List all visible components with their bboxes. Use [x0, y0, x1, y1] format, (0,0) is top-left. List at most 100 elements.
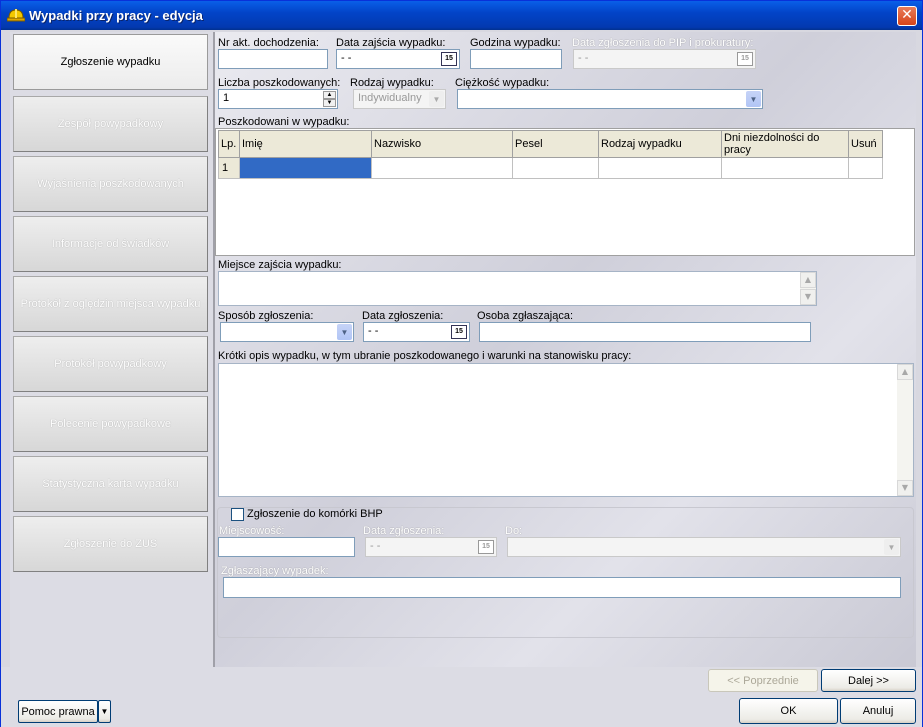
column-header[interactable]: Rodzaj wypadku [598, 130, 722, 158]
nav-zespol-powypadkowy[interactable]: Zespół powypadkowy [13, 96, 208, 152]
liczba-value: 1 [223, 92, 230, 104]
liczba-stepper[interactable]: 1 ▲ ▼ [218, 89, 338, 109]
title-bar[interactable]: Wypadki przy pracy - edycja ✕ [1, 1, 922, 30]
scroll-up-icon[interactable]: ▲ [897, 364, 913, 380]
help-button[interactable]: Pomoc prawna [18, 700, 98, 723]
godzina-label: Godzina wypadku: [470, 37, 561, 49]
dialog-window: Wypadki przy pracy - edycja ✕ Zgłoszenie… [0, 0, 923, 727]
sposob-select[interactable]: ▼ [220, 322, 354, 342]
down-arrow-icon[interactable]: ▼ [323, 99, 336, 107]
nav-protokol-ogledzin[interactable]: Protokół z oględzin miejsca wypadku [13, 276, 208, 332]
column-header[interactable]: Nazwisko [371, 130, 513, 158]
imie-cell[interactable] [239, 157, 372, 179]
ok-button[interactable]: OK [739, 698, 838, 724]
zglaszajacy-input [223, 577, 901, 598]
form-panel: Nr akt. dochodzenia: Data zajścia wypadk… [213, 32, 916, 667]
calendar-icon[interactable]: 15 [451, 325, 467, 339]
help-dropdown-icon[interactable]: ▼ [98, 700, 111, 723]
nazwisko-cell[interactable] [371, 157, 513, 179]
nav-wyjasnienia-poszkodowanych[interactable]: Wyjaśnienia poszkodowanych [13, 156, 208, 212]
previous-button[interactable]: << Poprzednie [708, 669, 818, 692]
data-pip-value: - - [578, 52, 589, 64]
nav-polecenie-powypadkowe[interactable]: Polecenie powypadkowe [13, 396, 208, 452]
data-zajscia-input[interactable]: - - 15 [336, 49, 460, 69]
rodzaj-cell[interactable] [598, 157, 722, 179]
sposob-label: Sposób zgłoszenia: [218, 310, 314, 322]
nav-label: Wyjaśnienia poszkodowanych [37, 178, 184, 190]
column-header[interactable]: Usuń [848, 130, 883, 158]
zglaszajacy-label: Zgłaszający wypadek: [221, 565, 329, 577]
nr-akt-label: Nr akt. dochodzenia: [218, 37, 319, 49]
column-header[interactable]: Lp. [218, 130, 240, 158]
liczba-label: Liczba poszkodowanych: [218, 77, 341, 89]
scroll-down-icon[interactable]: ▼ [897, 480, 913, 496]
calendar-icon: 15 [737, 52, 753, 66]
ciezkosc-label: Ciężkość wypadku: [455, 77, 550, 89]
data-zgloszenia-input[interactable]: - - 15 [363, 322, 470, 342]
miejscowosc-input [218, 537, 355, 557]
calendar-icon[interactable]: 15 [441, 52, 457, 66]
data-pip-label: Data zgłoszenia do PIP i prokuratury: [572, 37, 754, 49]
bhp-checkbox-label[interactable]: Zgłoszenie do komórki BHP [247, 508, 383, 520]
scroll-down-icon[interactable]: ▼ [800, 289, 816, 305]
data-zgloszenia-value: - - [368, 325, 379, 337]
nav-informacje-od-swiadkow[interactable]: Informacje od świadków [13, 216, 208, 272]
close-button[interactable]: ✕ [897, 6, 917, 26]
nav-zgloszenie-do-zus[interactable]: Zgłoszenie do ZUS [13, 516, 208, 572]
osoba-input[interactable] [479, 322, 811, 342]
chevron-down-icon: ▼ [884, 539, 899, 555]
table-row[interactable]: 1 [218, 157, 883, 179]
nav-label: Protokół z oględzin miejsca wypadku [20, 298, 201, 310]
nav-label: Zgłoszenie wypadku [60, 56, 161, 68]
nav-statystyczna-karta[interactable]: Statystyczna karta wypadku [13, 456, 208, 512]
bhp-checkbox[interactable] [231, 508, 244, 521]
navigation-panel: Zgłoszenie wypadku Zespół powypadkowy Wy… [10, 32, 213, 667]
data-zajscia-label: Data zajścia wypadku: [336, 37, 446, 49]
nav-zgloszenie-wypadku[interactable]: Zgłoszenie wypadku [13, 34, 208, 90]
calendar-icon: 15 [478, 540, 494, 554]
stepper-arrows[interactable]: ▲ ▼ [323, 91, 336, 107]
helmet-icon [7, 9, 25, 22]
chevron-down-icon: ▼ [429, 91, 444, 107]
table-header-row: Lp. Imię Nazwisko Pesel Rodzaj wypadku D… [218, 130, 883, 158]
bhp-data-input: - - 15 [365, 537, 497, 557]
nav-label: Zgłoszenie do ZUS [63, 538, 158, 550]
rodzaj-select: Indywidualny ▼ [353, 89, 446, 109]
column-header[interactable]: Pesel [512, 130, 599, 158]
scroll-up-icon[interactable]: ▲ [800, 272, 816, 288]
nav-label: Informacje od świadków [51, 238, 170, 250]
ciezkosc-select[interactable]: ▼ [457, 89, 763, 109]
do-label: Do: [505, 525, 523, 537]
scrollbar[interactable]: ▲ ▼ [897, 364, 913, 496]
pesel-cell[interactable] [512, 157, 599, 179]
nav-label: Zespół powypadkowy [57, 118, 164, 130]
nav-protokol-powypadkowy[interactable]: Protokół powypadkowy [13, 336, 208, 392]
column-header[interactable]: Imię [239, 130, 372, 158]
miejscowosc-label: Miejscowość: [219, 525, 285, 537]
nav-label: Statystyczna karta wypadku [42, 478, 179, 490]
window-title: Wypadki przy pracy - edycja [29, 8, 203, 23]
victims-table: Lp. Imię Nazwisko Pesel Rodzaj wypadku D… [218, 130, 883, 179]
bhp-data-label: Data zgłoszenia: [363, 525, 445, 537]
opis-label: Krótki opis wypadku, w tym ubranie poszk… [218, 350, 632, 362]
rodzaj-label: Rodzaj wypadku: [350, 77, 434, 89]
opis-textarea[interactable]: ▲ ▼ [218, 363, 914, 497]
cancel-button[interactable]: Anuluj [840, 698, 916, 724]
dni-cell[interactable] [721, 157, 849, 179]
up-arrow-icon[interactable]: ▲ [323, 91, 336, 99]
rodzaj-value: Indywidualny [358, 92, 422, 104]
column-header[interactable]: Dni niezdolności do pracy [721, 130, 849, 158]
nav-label: Protokół powypadkowy [54, 358, 167, 370]
chevron-down-icon[interactable]: ▼ [337, 324, 352, 340]
scrollbar[interactable]: ▲ ▼ [800, 272, 816, 305]
nr-akt-input[interactable] [218, 49, 328, 69]
usun-cell[interactable] [848, 157, 883, 179]
miejsce-textarea[interactable]: ▲ ▼ [218, 271, 817, 306]
osoba-label: Osoba zgłaszająca: [477, 310, 573, 322]
button-bar: << Poprzednie Dalej >> Pomoc prawna ▼ OK… [1, 667, 922, 727]
chevron-down-icon[interactable]: ▼ [746, 91, 761, 107]
godzina-input[interactable] [470, 49, 562, 69]
data-zgloszenia-label: Data zgłoszenia: [362, 310, 444, 322]
next-button[interactable]: Dalej >> [821, 669, 916, 692]
row-number: 1 [218, 157, 240, 179]
